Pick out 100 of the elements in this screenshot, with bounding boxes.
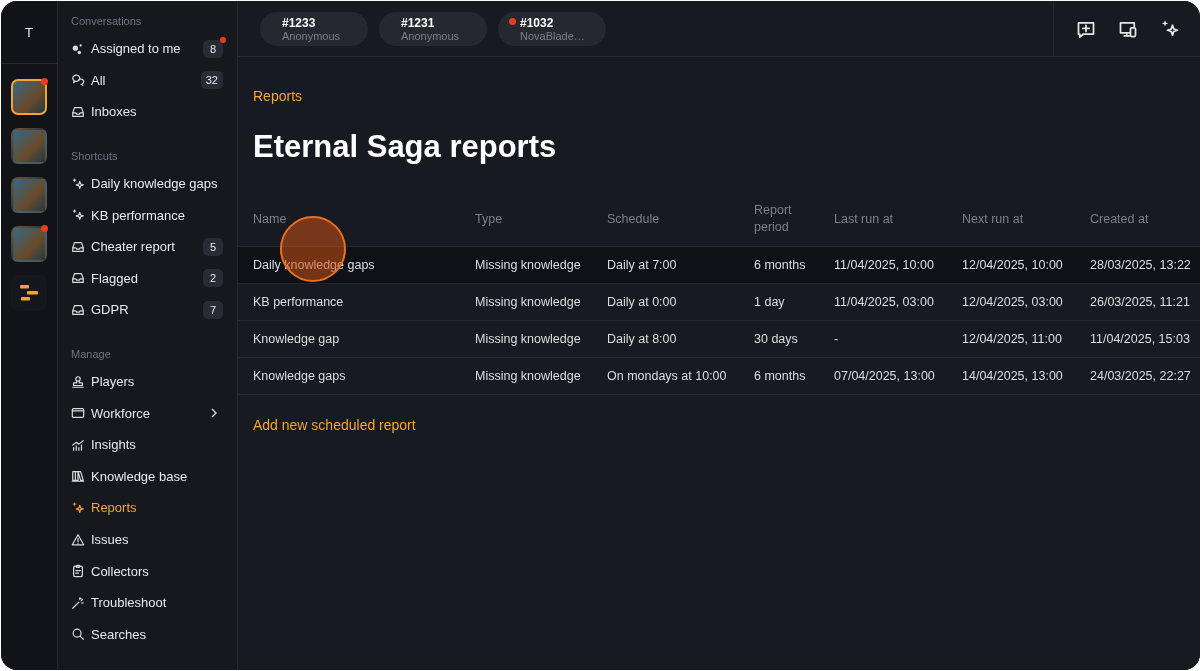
nav-item[interactable]: Issues xyxy=(71,523,223,556)
nav-item[interactable]: All 32 xyxy=(71,64,223,97)
table-cell: 28/03/2025, 13:22 xyxy=(1090,246,1200,284)
table-cell: 14/04/2025, 13:00 xyxy=(962,357,1090,395)
table-cell: Knowledge gap xyxy=(238,320,475,358)
table-cell: Missing knowledge xyxy=(475,246,607,284)
search-icon xyxy=(71,627,85,642)
count-badge: 32 xyxy=(200,71,223,90)
table-cell: 12/04/2025, 10:00 xyxy=(962,246,1090,284)
page-title: Eternal Saga reports xyxy=(253,128,558,166)
table-cell: 07/04/2025, 13:00 xyxy=(834,357,962,395)
inbox-icon xyxy=(71,271,85,286)
table-cell: Daily at 8:00 xyxy=(607,320,754,358)
report-row[interactable]: KB performance Missing knowledge Daily at 0:00 1 day 11/04/2025, 03:00 12/04/2025, 03:00 26/03/2025, 11:21 xyxy=(238,283,1200,321)
conversation-tab[interactable]: #1233 Anonymous xyxy=(260,11,368,46)
conversation-name: NovaBlade… xyxy=(520,29,586,43)
nav-item[interactable]: Players xyxy=(71,365,223,398)
conversation-name: Anonymous xyxy=(401,29,461,43)
conversation-number: #1233 xyxy=(282,15,317,30)
table-cell: 11/04/2025, 10:00 xyxy=(834,246,962,284)
inbox-icon xyxy=(71,302,85,317)
nav-item[interactable]: Cheater report 5 xyxy=(71,230,223,263)
table-cell: Daily at 7:00 xyxy=(607,246,754,284)
count-badge: 7 xyxy=(203,300,223,319)
conversation-tab[interactable]: #1231 Anonymous xyxy=(379,11,487,46)
nav-item[interactable]: KB performance xyxy=(71,199,223,231)
table-cell: Missing knowledge xyxy=(475,320,607,358)
warning-icon xyxy=(71,532,85,547)
table-cell: 30 days xyxy=(754,320,834,358)
table-cell: 6 months xyxy=(754,246,834,284)
column-header: Type xyxy=(475,192,607,247)
table-cell: On mondays at 10:00 xyxy=(607,357,754,395)
logo-icon xyxy=(19,284,39,302)
report-row[interactable]: Knowledge gap Missing knowledge Daily at 8:00 30 days - 12/04/2025, 11:00 11/04/2025, 15:03 xyxy=(238,320,1200,358)
conversation-number: #1231 xyxy=(401,15,436,30)
nav-item[interactable]: Insights xyxy=(71,428,223,461)
workspace-avatar[interactable] xyxy=(11,177,47,213)
nav-item[interactable]: Knowledge base xyxy=(71,460,223,493)
column-header: Last run at xyxy=(834,192,962,247)
nav-item[interactable]: Searches xyxy=(71,618,223,651)
sparkle-icon xyxy=(71,500,85,515)
nav-item[interactable]: Troubleshoot xyxy=(71,586,223,619)
sparkle-icon xyxy=(71,176,85,191)
notification-dot xyxy=(41,78,48,85)
conversation-tab[interactable]: #1032 NovaBlade… xyxy=(498,11,606,46)
count-badge: 5 xyxy=(203,237,223,256)
unread-dot xyxy=(509,17,516,25)
workspace-avatar[interactable] xyxy=(11,226,47,262)
table-cell: 11/04/2025, 15:03 xyxy=(1090,320,1200,358)
table-cell: 12/04/2025, 11:00 xyxy=(962,320,1090,358)
column-header: Created at xyxy=(1090,192,1200,247)
app-logo-tile[interactable] xyxy=(11,275,47,311)
chat-bubbles-icon xyxy=(71,73,85,88)
nav-item[interactable]: Inboxes xyxy=(71,96,223,128)
table-cell: 6 months xyxy=(754,357,834,395)
table-cell: 24/03/2025, 22:27 xyxy=(1090,357,1200,395)
table-cell: Daily at 0:00 xyxy=(607,283,754,321)
section-heading: Shortcuts xyxy=(71,149,119,162)
column-header: Name xyxy=(238,192,475,247)
table-cell: - xyxy=(834,320,962,358)
add-report-link[interactable]: Add new scheduled report xyxy=(253,417,416,433)
column-header: Schedule xyxy=(607,192,754,247)
table-cell: Missing knowledge xyxy=(475,283,607,321)
conversation-number: #1032 xyxy=(520,15,555,30)
book-icon xyxy=(71,469,85,484)
workspace-avatar[interactable] xyxy=(11,128,47,164)
inbox-icon xyxy=(71,239,85,254)
inbox-icon xyxy=(71,105,85,119)
sparkle-icon xyxy=(71,208,85,223)
section-heading: Manage xyxy=(71,347,112,360)
nav-item[interactable]: Daily knowledge gaps xyxy=(71,167,223,200)
clipboard-icon xyxy=(71,564,85,579)
nav-item[interactable]: GDPR 7 xyxy=(71,294,223,326)
workspace-avatar[interactable] xyxy=(11,79,47,115)
breadcrumb-link[interactable]: Reports xyxy=(253,88,303,104)
nav-item[interactable]: Workforce xyxy=(71,397,223,429)
table-cell: Daily knowledge gaps xyxy=(238,246,475,284)
table-cell: KB performance xyxy=(238,283,475,321)
count-badge: 8 xyxy=(203,39,223,58)
column-header: Next run at xyxy=(962,192,1090,247)
person-icon xyxy=(71,374,85,389)
count-badge: 2 xyxy=(203,269,223,288)
table-cell: Missing knowledge xyxy=(475,357,607,395)
window-icon xyxy=(71,406,85,421)
report-row[interactable]: Daily knowledge gaps Missing knowledge Daily at 7:00 6 months 11/04/2025, 10:00 12/04/2025, 10:00 28/03/2025, 13:22 xyxy=(238,246,1200,284)
table-cell: 12/04/2025, 03:00 xyxy=(962,283,1090,321)
section-heading: Conversations xyxy=(71,15,143,27)
nav-item[interactable]: Collectors xyxy=(71,555,223,587)
table-cell: 26/03/2025, 11:21 xyxy=(1090,283,1200,321)
assigned-icon xyxy=(71,41,85,56)
nav-item[interactable]: Reports xyxy=(71,492,223,524)
table-cell: 1 day xyxy=(754,283,834,321)
workspace-initial[interactable]: T xyxy=(25,24,33,40)
nav-item[interactable]: Assigned to me 8 xyxy=(71,33,223,65)
table-cell: Knowledge gaps xyxy=(238,357,475,395)
table-cell: 11/04/2025, 03:00 xyxy=(834,283,962,321)
column-header: Report period xyxy=(754,192,834,247)
conversation-name: Anonymous xyxy=(282,29,342,43)
nav-item[interactable]: Flagged 2 xyxy=(71,262,223,295)
report-row[interactable]: Knowledge gaps Missing knowledge On mondays at 10:00 6 months 07/04/2025, 13:00 14/04/2025, 13:00 24/03/2025, 22:27 xyxy=(238,357,1200,395)
